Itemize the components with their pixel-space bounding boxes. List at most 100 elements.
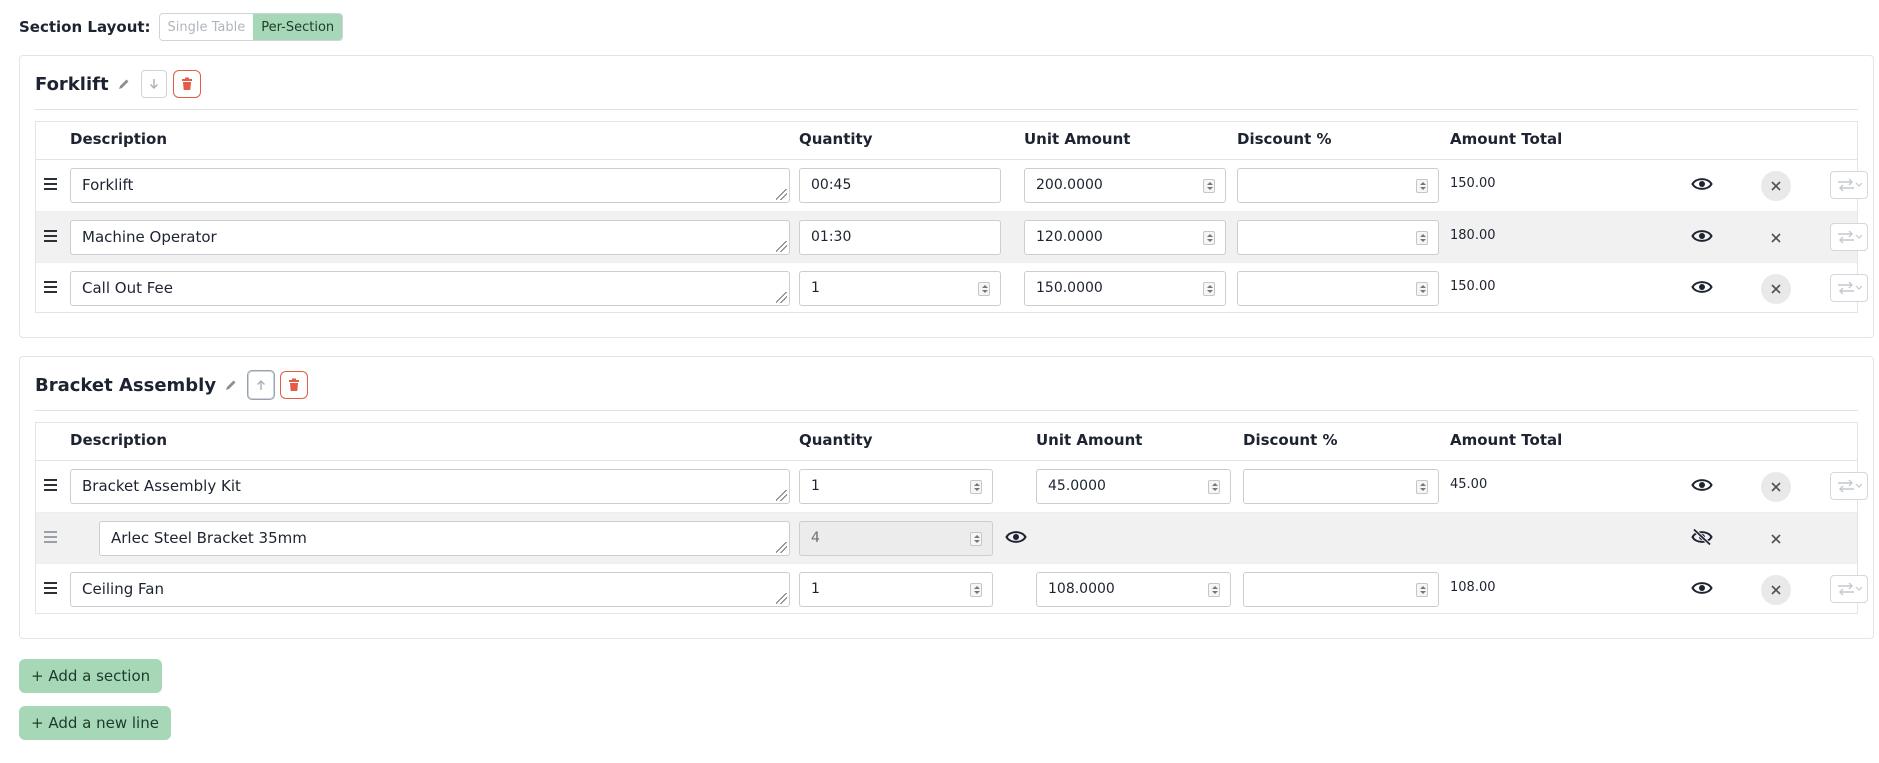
- close-icon: [1771, 284, 1781, 294]
- table-row: Machine Operator 01:30 120.0000 180.00: [36, 211, 1868, 262]
- drag-handle-icon[interactable]: [44, 479, 57, 494]
- line-items-table: Description Quantity Unit Amount Discoun…: [35, 422, 1868, 614]
- section-bracket-assembly: Bracket Assembly Description Quantity Un…: [19, 356, 1874, 639]
- quantity-input[interactable]: 00:45: [799, 168, 1001, 203]
- column-discount: Discount %: [1243, 431, 1338, 449]
- swap-icon: [1838, 582, 1862, 596]
- section-divider: [35, 109, 1858, 110]
- component-quantity-input[interactable]: 4: [799, 521, 993, 556]
- table-row: Call Out Fee 1 150.0000 150.00: [36, 262, 1868, 313]
- table-row-component: Arlec Steel Bracket 35mm 4: [36, 512, 1857, 563]
- amount-total: 180.00: [1450, 228, 1496, 243]
- column-description: Description: [70, 431, 168, 449]
- remove-line-button[interactable]: [1761, 171, 1791, 201]
- column-description: Description: [70, 130, 168, 148]
- amount-total: 108.00: [1450, 580, 1496, 595]
- close-icon: [1771, 534, 1781, 544]
- amount-total: 150.00: [1450, 176, 1496, 191]
- swap-icon: [1838, 281, 1862, 295]
- section-title: Forklift: [35, 73, 109, 95]
- arrow-up-icon: [257, 380, 266, 390]
- eye-icon[interactable]: [1005, 528, 1027, 546]
- pencil-icon[interactable]: [117, 77, 131, 91]
- section-forklift: Forklift Description Quantity Unit Amoun…: [19, 55, 1874, 338]
- description-input[interactable]: Bracket Assembly Kit: [70, 469, 790, 504]
- eye-icon[interactable]: [1691, 278, 1713, 296]
- discount-input[interactable]: [1243, 572, 1439, 607]
- discount-input[interactable]: [1237, 271, 1439, 306]
- remove-line-button[interactable]: [1761, 575, 1791, 605]
- convert-line-button[interactable]: [1830, 575, 1868, 603]
- close-icon: [1771, 181, 1781, 191]
- table-header: Description Quantity Unit Amount Discoun…: [36, 122, 1857, 160]
- line-items-table: Description Quantity Unit Amount Discoun…: [35, 121, 1868, 313]
- section-header: Bracket Assembly: [35, 371, 309, 399]
- column-discount: Discount %: [1237, 130, 1332, 148]
- table-row: Ceiling Fan 1 108.0000 108.00: [36, 563, 1868, 614]
- section-divider: [35, 410, 1858, 411]
- eye-icon[interactable]: [1691, 227, 1713, 245]
- unit-amount-input[interactable]: 120.0000: [1024, 220, 1226, 255]
- eye-icon[interactable]: [1691, 476, 1713, 494]
- unit-amount-input[interactable]: 150.0000: [1024, 271, 1226, 306]
- description-input[interactable]: Ceiling Fan: [70, 572, 790, 607]
- unit-amount-input[interactable]: 108.0000: [1036, 572, 1231, 607]
- remove-line-button[interactable]: [1761, 223, 1791, 253]
- convert-line-button[interactable]: [1830, 274, 1868, 302]
- arrow-down-icon: [149, 79, 158, 89]
- description-input[interactable]: Call Out Fee: [70, 271, 790, 306]
- convert-line-button[interactable]: [1830, 472, 1868, 500]
- eye-off-icon[interactable]: [1691, 528, 1713, 546]
- amount-total: 150.00: [1450, 279, 1496, 294]
- table-header: Description Quantity Unit Amount Discoun…: [36, 423, 1857, 461]
- eye-icon[interactable]: [1691, 579, 1713, 597]
- description-input[interactable]: Machine Operator: [70, 220, 790, 255]
- column-unit-amount: Unit Amount: [1024, 130, 1131, 148]
- column-amount-total: Amount Total: [1450, 130, 1563, 148]
- column-quantity: Quantity: [799, 431, 873, 449]
- swap-icon: [1838, 479, 1862, 493]
- unit-amount-input[interactable]: 200.0000: [1024, 168, 1226, 203]
- section-layout-label: Section Layout:: [19, 18, 151, 36]
- section-layout-control: Section Layout: Single Table Per-Section: [19, 13, 344, 41]
- convert-line-button[interactable]: [1830, 223, 1868, 251]
- remove-line-button[interactable]: [1761, 472, 1791, 502]
- swap-icon: [1838, 178, 1862, 192]
- drag-handle-icon[interactable]: [44, 178, 57, 193]
- column-unit-amount: Unit Amount: [1036, 431, 1143, 449]
- unit-amount-input[interactable]: 45.0000: [1036, 469, 1231, 504]
- remove-line-button[interactable]: [1761, 274, 1791, 304]
- component-description-input[interactable]: Arlec Steel Bracket 35mm: [99, 521, 790, 556]
- add-section-button[interactable]: + Add a section: [19, 659, 163, 693]
- drag-handle-icon[interactable]: [44, 531, 57, 546]
- drag-handle-icon[interactable]: [44, 230, 57, 245]
- discount-input[interactable]: [1237, 168, 1439, 203]
- drag-handle-icon[interactable]: [44, 281, 57, 296]
- section-title: Bracket Assembly: [35, 374, 217, 396]
- convert-line-button[interactable]: [1830, 171, 1868, 199]
- discount-input[interactable]: [1243, 469, 1439, 504]
- delete-section-button[interactable]: [280, 371, 309, 399]
- section-layout-toggle: Single Table Per-Section: [158, 13, 344, 41]
- eye-icon[interactable]: [1691, 175, 1713, 193]
- quantity-input[interactable]: 01:30: [799, 220, 1001, 255]
- layout-option-per-section[interactable]: Per-Section: [253, 14, 343, 40]
- close-icon: [1771, 233, 1781, 243]
- remove-line-button[interactable]: [1761, 524, 1791, 554]
- discount-input[interactable]: [1237, 220, 1439, 255]
- close-icon: [1771, 585, 1781, 595]
- description-input[interactable]: Forklift: [70, 168, 790, 203]
- pencil-icon[interactable]: [224, 378, 238, 392]
- layout-option-single-table[interactable]: Single Table: [159, 14, 254, 40]
- quantity-input[interactable]: 1: [799, 271, 1001, 306]
- section-header: Forklift: [35, 70, 201, 98]
- delete-section-button[interactable]: [172, 70, 201, 98]
- table-row: Forklift 00:45 200.0000 150.00: [36, 160, 1868, 211]
- add-new-line-button[interactable]: + Add a new line: [19, 706, 171, 740]
- move-section-up-button[interactable]: [248, 371, 275, 399]
- quantity-input[interactable]: 1: [799, 572, 993, 607]
- move-section-down-button[interactable]: [140, 70, 167, 98]
- drag-handle-icon[interactable]: [44, 582, 57, 597]
- trash-icon: [289, 378, 300, 391]
- quantity-input[interactable]: 1: [799, 469, 993, 504]
